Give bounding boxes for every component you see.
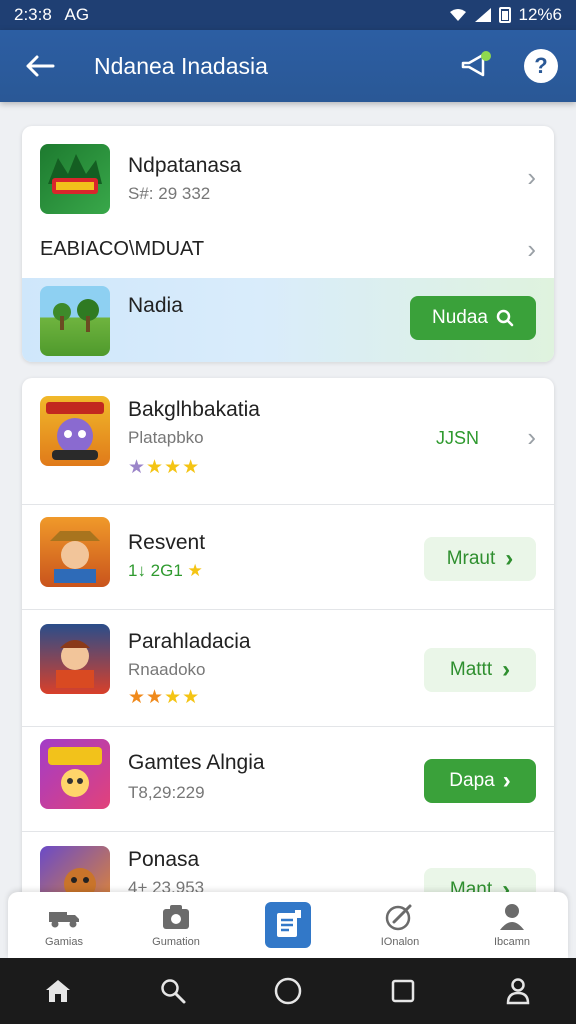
star-icon: ★	[146, 457, 165, 478]
chevron-right-icon: ›	[527, 234, 536, 264]
item-title: Gamtes Alngia	[128, 751, 265, 774]
game-list-card: Bakglhbakatia Platapbko ★★★★ JJSN › Resv…	[22, 378, 554, 918]
game-thumbnail	[40, 517, 110, 587]
rating-stars: ★★★★	[128, 456, 200, 479]
wifi-icon	[449, 9, 466, 21]
status-right: 12%6	[449, 5, 562, 25]
status-left: 2:3:8 AG	[14, 5, 89, 25]
item-action-text[interactable]: JJSN	[436, 428, 479, 449]
tab-active-document[interactable]	[238, 902, 338, 948]
star-icon: ★	[187, 561, 203, 580]
app-bar: Ndanea Inadasia ?	[0, 30, 576, 102]
game-thumbnail	[40, 286, 110, 356]
featured-top-item[interactable]: Ndpatanasa S#: 29 332 ›	[22, 138, 554, 222]
game-thumbnail	[40, 396, 110, 466]
chevron-right-icon: ›	[502, 767, 511, 794]
status-carrier: AG	[64, 5, 90, 24]
star-icon: ★	[128, 457, 147, 478]
person-icon	[495, 902, 529, 932]
tab-profile[interactable]: Ibcamn	[462, 902, 562, 948]
bottom-tab-bar: Gamias Gumation IOnalon Ibcamn	[8, 892, 568, 958]
item-subtitle: 1↓ 2G1 ★	[128, 561, 203, 581]
back-arrow-icon[interactable]	[18, 44, 62, 88]
tab-label: Ibcamn	[493, 936, 531, 948]
chevron-right-icon: ›	[505, 545, 514, 572]
item-subtitle: Platapbko	[128, 428, 204, 447]
chevron-right-icon: ›	[527, 162, 536, 192]
rating-stars: ★★★★	[128, 686, 200, 709]
search-icon	[496, 309, 514, 327]
star-icon: ★	[128, 687, 147, 708]
search-icon[interactable]	[153, 971, 193, 1011]
camera-icon	[159, 902, 193, 932]
status-bar: 2:3:8 AG 12%6	[0, 0, 576, 30]
button-label: Mraut	[446, 548, 496, 569]
button-label: Nudaa	[432, 307, 488, 328]
home-icon[interactable]	[38, 971, 78, 1011]
document-icon	[265, 902, 311, 948]
recents-square-icon[interactable]	[383, 971, 423, 1011]
search-action-button[interactable]: Nudaa	[410, 296, 536, 340]
game-thumbnail	[40, 624, 110, 694]
item-subtitle: S#: 29 332	[128, 184, 211, 203]
list-item[interactable]: Gamtes Alngia T8,29:229 Dapa ›	[22, 727, 554, 831]
tab-games[interactable]: Gamias	[14, 902, 114, 948]
signal-icon	[474, 8, 491, 22]
list-action-button[interactable]: Mattt ›	[424, 648, 536, 692]
star-icon: ★	[182, 457, 201, 478]
battery-icon	[498, 7, 511, 23]
item-subtitle: T8,29:229	[128, 783, 205, 802]
chevron-right-icon: ›	[527, 422, 536, 452]
tab-label: Gamias	[45, 936, 83, 948]
list-action-button[interactable]: Dapa ›	[424, 759, 536, 803]
list-item[interactable]: Resvent 1↓ 2G1 ★ Mraut ›	[22, 505, 554, 609]
item-title: Ponasa	[128, 848, 200, 871]
game-thumbnail	[40, 144, 110, 214]
share-icon[interactable]	[454, 44, 498, 88]
button-label: Dapa	[449, 770, 495, 791]
page-title: Ndanea Inadasia	[94, 52, 268, 79]
item-subtitle: Rnaadoko	[128, 660, 206, 679]
item-title: Resvent	[128, 531, 206, 554]
star-icon: ★	[146, 687, 165, 708]
item-title: Ndpatanasa	[128, 154, 242, 177]
highlight-item[interactable]: Nadia Nudaa	[22, 278, 554, 362]
list-action-button[interactable]: Mraut ›	[424, 537, 536, 581]
section-row[interactable]: EABIACO\MDUAT ›	[22, 226, 554, 276]
list-item[interactable]: Parahladacia Rnaadoko ★★★★ Mattt ›	[22, 610, 554, 726]
status-time: 2:3:8	[14, 5, 52, 24]
button-label: Mattt	[449, 659, 493, 680]
tab-label: IOnalon	[380, 936, 420, 948]
game-thumbnail	[40, 739, 110, 809]
tab-gumation[interactable]: Gumation	[126, 902, 226, 948]
star-icon: ★	[164, 687, 183, 708]
truck-icon	[47, 902, 81, 932]
featured-card: Ndpatanasa S#: 29 332 › EABIACO\MDUAT › …	[22, 126, 554, 362]
account-icon[interactable]	[498, 971, 538, 1011]
system-nav-bar	[0, 958, 576, 1024]
tag-icon	[383, 902, 417, 932]
item-title: Nadia	[128, 294, 183, 317]
status-clock: 12%6	[518, 5, 562, 24]
tab-ionalon[interactable]: IOnalon	[350, 902, 450, 948]
item-title: Parahladacia	[128, 630, 251, 653]
circle-home-icon[interactable]	[268, 971, 308, 1011]
list-item[interactable]: Bakglhbakatia Platapbko ★★★★ JJSN ›	[22, 378, 554, 504]
star-icon: ★	[164, 457, 183, 478]
section-label: EABIACO\MDUAT	[40, 238, 205, 260]
chevron-right-icon: ›	[502, 656, 511, 683]
tab-label: Gumation	[152, 936, 200, 948]
help-icon[interactable]: ?	[524, 49, 558, 83]
item-title: Bakglhbakatia	[128, 398, 260, 421]
star-icon: ★	[182, 687, 201, 708]
item-subtitle-text: 1↓ 2G1	[128, 561, 183, 580]
